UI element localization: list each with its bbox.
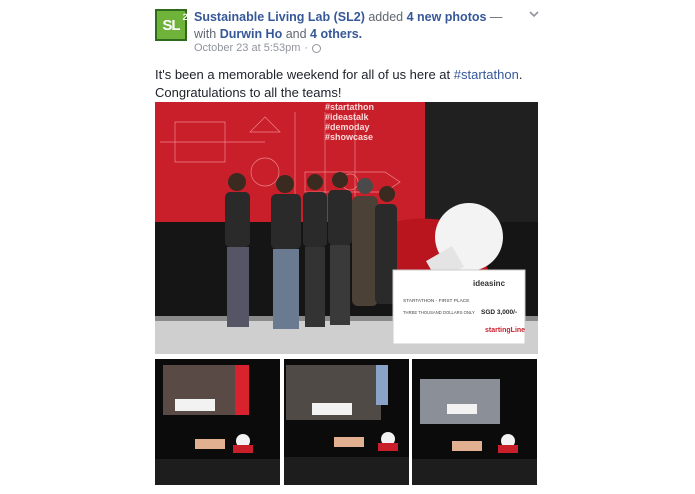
winner-cheque: ideasinc STARTATHON - FIRST PLACE THREE … <box>392 269 526 345</box>
meta-separator: · <box>304 42 309 54</box>
page-avatar[interactable]: SL 2 <box>155 9 188 41</box>
thumbnail-scene <box>284 359 409 485</box>
thumbnail-scene <box>412 359 537 485</box>
cheque-footer: startingLine <box>485 327 525 334</box>
main-photo-scene: #startathon #ideastalk #demoday #showcas… <box>155 102 538 354</box>
action-text: added <box>364 10 407 24</box>
cheque-title: STARTATHON - FIRST PLACE <box>403 298 469 304</box>
others-link[interactable]: 4 others. <box>310 27 362 41</box>
timestamp-link[interactable]: October 23 at 5:53pm <box>194 42 300 54</box>
cheque-amount: SGD 3,000/- <box>481 309 517 316</box>
facebook-post: SL 2 Sustainable Living Lab (SL2) added 4… <box>0 0 695 494</box>
photo-thumbnail[interactable] <box>155 359 280 485</box>
banner-line: #demoday <box>325 122 370 132</box>
banner-line: #ideastalk <box>325 112 370 122</box>
cheque-words: THREE THOUSAND DOLLARS ONLY <box>403 310 475 315</box>
banner-line: #showcase <box>325 132 373 142</box>
and-text: and <box>282 27 311 41</box>
tagged-user-link[interactable]: Durwin Ho <box>220 27 283 41</box>
globe-icon <box>312 43 322 53</box>
avatar-logo-text: SL 2 <box>162 11 187 34</box>
cheque-brand: ideasinc <box>473 279 506 288</box>
page-name-link[interactable]: Sustainable Living Lab (SL2) <box>194 10 365 24</box>
chevron-down-icon[interactable] <box>528 9 540 19</box>
main-photo[interactable]: #startathon #ideastalk #demoday #showcas… <box>155 102 538 354</box>
photo-thumbnail[interactable] <box>284 359 409 485</box>
photos-link[interactable]: 4 new photos <box>407 10 487 24</box>
post-meta: October 23 at 5:53pm · <box>194 42 322 54</box>
thumbnail-scene <box>155 359 280 485</box>
banner-line: #startathon <box>325 102 374 112</box>
caption-line2: Congratulations to all the teams! <box>155 85 342 100</box>
photo-thumbnail[interactable] <box>412 359 537 485</box>
caption-period: . <box>518 67 523 82</box>
caption-text: It's been a memorable weekend for all of… <box>155 67 454 82</box>
post-caption: It's been a memorable weekend for all of… <box>155 66 545 102</box>
post-header: Sustainable Living Lab (SL2) added 4 new… <box>194 9 524 43</box>
hashtag-link[interactable]: #startathon <box>454 67 519 82</box>
